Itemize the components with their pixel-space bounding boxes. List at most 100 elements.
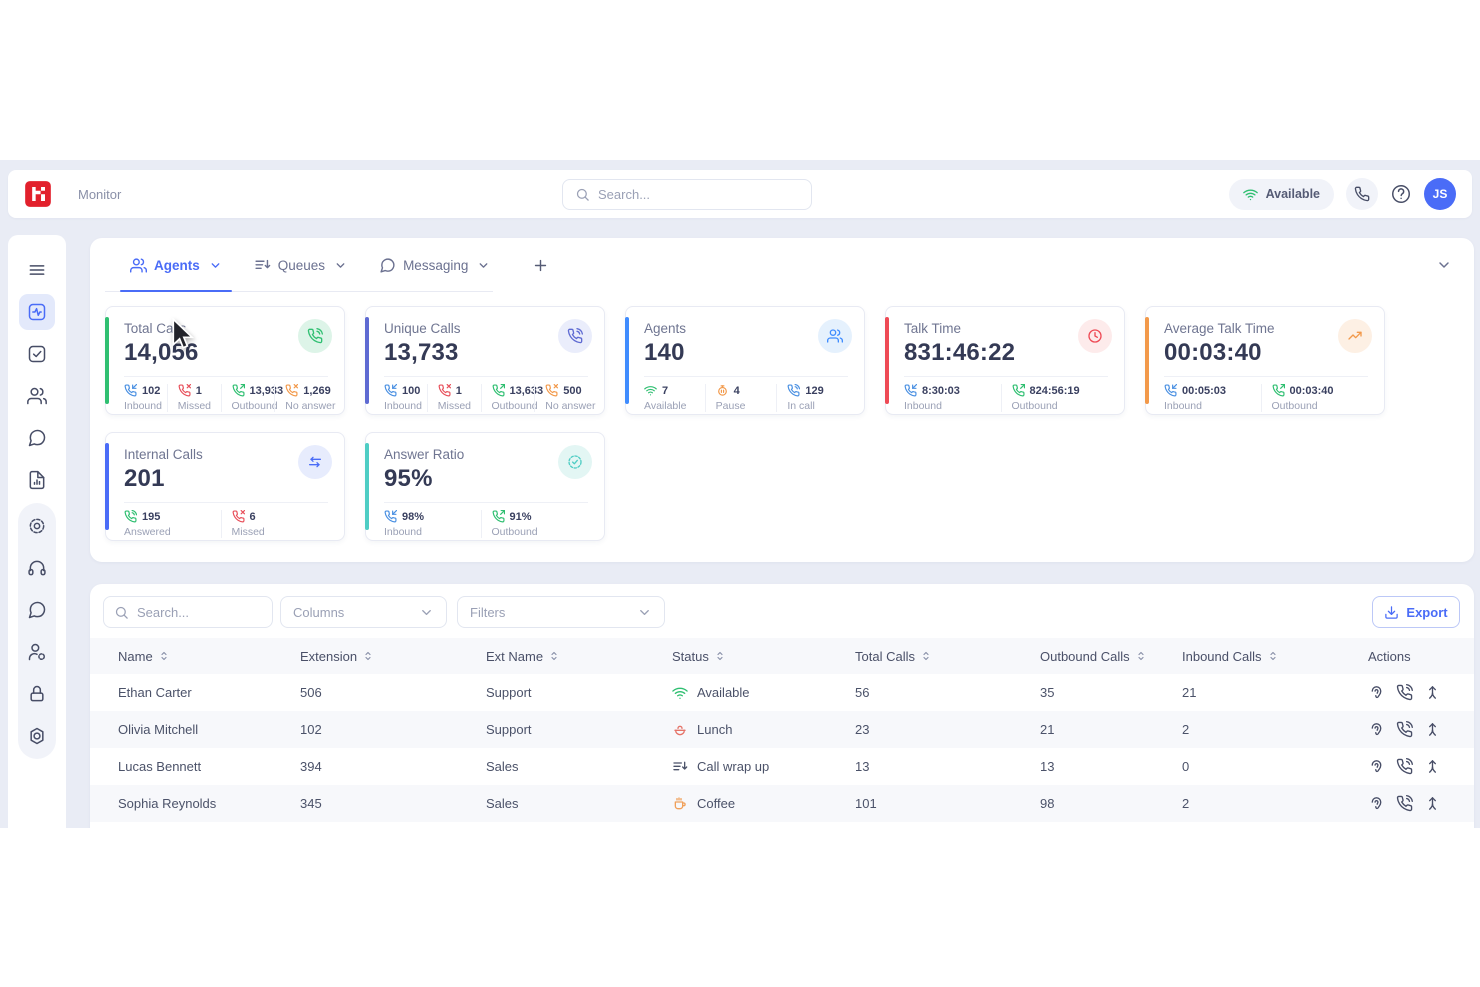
- barge-action-button[interactable]: [1424, 758, 1441, 775]
- chart-line-icon: [1347, 328, 1363, 344]
- column-header-status[interactable]: Status: [672, 649, 855, 664]
- listen-action-button[interactable]: [1368, 795, 1385, 812]
- sort-icon[interactable]: [362, 650, 374, 662]
- sidebar-item-chat[interactable]: [18, 417, 56, 459]
- substat-value: 102: [142, 385, 160, 397]
- sidebar: [8, 235, 66, 828]
- sort-icon[interactable]: [1267, 650, 1279, 662]
- phone-button[interactable]: [1346, 178, 1378, 210]
- card-icon-badge: [558, 445, 592, 479]
- whisper-action-button[interactable]: [1396, 758, 1413, 775]
- sidebar-item-menu[interactable]: [18, 249, 56, 291]
- column-header-ext-name[interactable]: Ext Name: [486, 649, 672, 664]
- substat-inbound: 98%Inbound: [384, 510, 481, 538]
- card-icon-badge: [818, 319, 852, 353]
- question-icon: [1390, 183, 1412, 205]
- sidebar-item-headset-1[interactable]: [18, 547, 56, 589]
- panel-collapse-button[interactable]: [1436, 257, 1452, 273]
- sidebar-item-file-chart[interactable]: [18, 459, 56, 501]
- whisper-action-button[interactable]: [1396, 721, 1413, 738]
- column-header-outbound-calls[interactable]: Outbound Calls: [1040, 649, 1182, 664]
- table-search-input[interactable]: [137, 605, 262, 620]
- columns-dropdown-label: Columns: [293, 605, 344, 620]
- column-header-name[interactable]: Name: [118, 649, 300, 664]
- cell-total-calls: 23: [855, 722, 1040, 737]
- download-icon: [1384, 605, 1399, 620]
- sidebar-item-user-gear-3[interactable]: [18, 631, 56, 673]
- cell-extension: 394: [300, 759, 486, 774]
- table-row[interactable]: Olivia Mitchell102SupportLunch23212: [90, 711, 1474, 748]
- avatar[interactable]: JS: [1424, 178, 1456, 210]
- listen-action-button[interactable]: [1368, 684, 1385, 701]
- stopwatch-icon: [716, 384, 729, 397]
- tab-queues[interactable]: Queues: [244, 238, 357, 292]
- sidebar-item-activity-square[interactable]: [19, 294, 55, 330]
- add-tab-button[interactable]: [526, 251, 554, 279]
- card-accent-bar: [105, 443, 109, 530]
- sort-icon[interactable]: [920, 650, 932, 662]
- sort-icon[interactable]: [714, 650, 726, 662]
- listen-action-button[interactable]: [1368, 721, 1385, 738]
- substat-label: Outbound: [492, 526, 589, 538]
- substat-outbound: 00:03:40Outbound: [1261, 384, 1369, 412]
- tab-messaging[interactable]: Messaging: [369, 238, 500, 292]
- filters-dropdown[interactable]: Filters: [457, 596, 665, 628]
- tab-agents[interactable]: Agents: [120, 238, 232, 292]
- global-search[interactable]: [562, 179, 812, 210]
- sort-icon[interactable]: [548, 650, 560, 662]
- column-header-extension[interactable]: Extension: [300, 649, 486, 664]
- chevron-down-icon: [419, 605, 434, 620]
- card-substats: 98%Inbound91%Outbound: [384, 502, 588, 538]
- chevron-down-icon: [419, 605, 434, 620]
- stat-card-talk-time: Talk Time831:46:228:30:03Inbound824:56:1…: [885, 306, 1125, 415]
- status-label: Available: [697, 685, 750, 700]
- phone-incoming-icon: [124, 384, 137, 397]
- sort-icon: [1135, 650, 1147, 662]
- whisper-action-button[interactable]: [1396, 795, 1413, 812]
- headset-icon: [27, 558, 47, 578]
- substat-value: 1: [456, 385, 462, 397]
- table-search[interactable]: [103, 596, 273, 628]
- substat-inbound: 102Inbound: [124, 384, 167, 412]
- sort-icon[interactable]: [1135, 650, 1147, 662]
- listen-action-button[interactable]: [1368, 758, 1385, 775]
- substat-label: Inbound: [384, 526, 481, 538]
- column-header-total-calls[interactable]: Total Calls: [855, 649, 1040, 664]
- column-label: Total Calls: [855, 649, 915, 664]
- barge-action-button[interactable]: [1424, 721, 1441, 738]
- table-row[interactable]: Sophia Reynolds345SalesCoffee101982: [90, 785, 1474, 822]
- whisper-action-button[interactable]: [1396, 684, 1413, 701]
- agent-status-pill[interactable]: Available: [1229, 179, 1334, 210]
- export-button[interactable]: Export: [1372, 596, 1460, 628]
- global-search-input[interactable]: [598, 187, 799, 202]
- gear-icon: [27, 516, 47, 536]
- table-row[interactable]: Ethan Carter506SupportAvailable563521: [90, 674, 1474, 711]
- merge-icon: [1424, 758, 1441, 775]
- columns-dropdown[interactable]: Columns: [280, 596, 447, 628]
- table-row[interactable]: Lucas Bennett394SalesCall wrap up13130: [90, 748, 1474, 785]
- sidebar-item-nut-5[interactable]: [18, 715, 56, 757]
- phone-outgoing-icon: [232, 384, 245, 397]
- substat-inbound: 100Inbound: [384, 384, 427, 412]
- barge-action-button[interactable]: [1424, 684, 1441, 701]
- column-label: Status: [672, 649, 709, 664]
- column-label: Extension: [300, 649, 357, 664]
- sidebar-item-check-square[interactable]: [18, 333, 56, 375]
- barge-action-button[interactable]: [1424, 795, 1441, 812]
- phone-missed-icon: [285, 384, 298, 397]
- column-header-inbound-calls[interactable]: Inbound Calls: [1182, 649, 1368, 664]
- sidebar-item-chat-2[interactable]: [18, 589, 56, 631]
- substat-value: 195: [142, 511, 160, 523]
- help-button[interactable]: [1390, 183, 1412, 205]
- chevron-down-icon: [637, 605, 652, 620]
- phone-call-icon: [1396, 684, 1413, 701]
- search-icon: [575, 187, 590, 202]
- sort-icon[interactable]: [158, 650, 170, 662]
- cell-outbound-calls: 35: [1040, 685, 1182, 700]
- export-button-label: Export: [1406, 605, 1447, 620]
- app-logo-icon[interactable]: [24, 180, 52, 208]
- sidebar-item-lock-4[interactable]: [18, 673, 56, 715]
- sidebar-item-gear-0[interactable]: [18, 505, 56, 547]
- sidebar-item-users[interactable]: [18, 375, 56, 417]
- merge-icon: [1424, 795, 1441, 812]
